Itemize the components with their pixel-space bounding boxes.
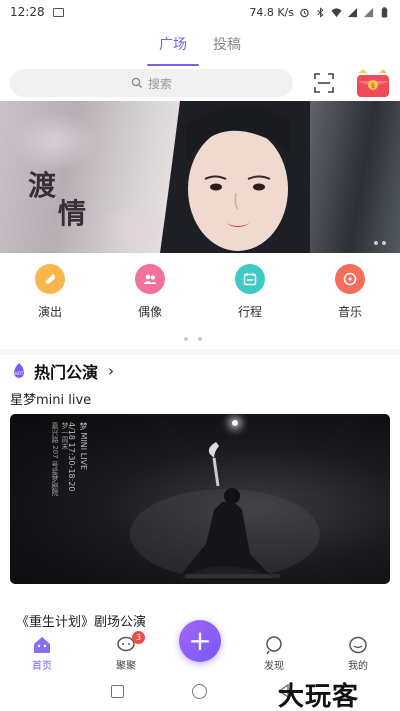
tab-submit[interactable]: 投稿	[213, 30, 241, 60]
nav-home[interactable]: 首页	[2, 635, 82, 672]
home-icon	[34, 637, 50, 653]
show-title[interactable]: 《重生计划》剧场公演	[16, 611, 146, 630]
watermark: 大玩客	[278, 682, 360, 711]
quick-nav-idols[interactable]: 偶像	[100, 264, 200, 324]
nav-label: 我的	[348, 661, 368, 672]
nav-label: 发现	[264, 661, 284, 672]
svg-text:HOT: HOT	[14, 371, 23, 376]
music-disc-icon	[335, 264, 365, 294]
nav-label: 聚聚	[116, 661, 136, 672]
recent-apps-icon[interactable]	[111, 685, 124, 698]
show-card[interactable]: 梦 MINI LIVE 4/18 17:30-18:20 梦 | 周末 嘉兴路 …	[10, 414, 390, 584]
quick-nav-label: 音乐	[337, 305, 362, 319]
show-title[interactable]: 星梦mini live	[10, 389, 91, 408]
banner-title-line1: 渡	[28, 169, 57, 202]
search-input[interactable]: 搜索	[10, 69, 293, 97]
chevron-right-icon: ›	[108, 362, 115, 380]
nav-discover[interactable]: 发现	[234, 635, 314, 672]
hot-badge-icon: HOT	[14, 363, 24, 378]
svg-text:$: $	[371, 82, 375, 90]
search-placeholder: 搜索	[147, 76, 172, 91]
banner-title: 渡 情	[28, 171, 86, 229]
performer-image	[130, 442, 320, 582]
signal-icon	[363, 7, 374, 17]
top-tabs: 广场 投稿	[0, 30, 400, 66]
quick-nav-label: 演出	[37, 305, 62, 319]
people-icon	[135, 264, 165, 294]
nav-profile[interactable]: 我的	[318, 635, 398, 672]
quick-nav-shows[interactable]: 演出	[0, 264, 100, 324]
banner-title-line2: 情	[58, 197, 87, 230]
status-bar: 12:28 74.8 K/s	[0, 0, 400, 24]
banner-indicator	[374, 241, 386, 245]
status-right: 74.8 K/s	[249, 6, 390, 19]
search-row: 搜索 $	[10, 66, 395, 100]
add-post-button[interactable]: +	[179, 620, 221, 662]
profile-icon	[349, 636, 367, 654]
quick-nav-indicator	[184, 337, 202, 341]
banner-flower	[10, 111, 100, 171]
banner-carousel[interactable]: 渡 情	[0, 101, 400, 253]
tab-plaza[interactable]: 广场	[147, 30, 199, 66]
alarm-icon	[300, 8, 309, 17]
calendar-icon	[235, 264, 265, 294]
network-speed: 74.8 K/s	[249, 5, 294, 19]
bluetooth-icon	[317, 6, 324, 18]
ticket-icon	[35, 264, 65, 294]
quick-nav: 演出 偶像 行程 音乐	[0, 264, 400, 324]
notification-badge: 3	[132, 631, 145, 644]
search-icon	[131, 77, 142, 88]
signal-icon	[347, 7, 358, 17]
quick-nav-label: 行程	[237, 305, 262, 319]
hot-section-header[interactable]: HOT 热门公演 ›	[10, 358, 114, 384]
nav-gather[interactable]: 3 聚聚	[86, 631, 166, 672]
wifi-icon	[331, 7, 342, 17]
gift-icon[interactable]: $	[353, 67, 393, 99]
status-time: 12:28	[10, 5, 45, 19]
section-title: 热门公演	[34, 363, 99, 382]
quick-nav-music[interactable]: 音乐	[300, 264, 400, 324]
home-button-icon[interactable]	[192, 684, 207, 699]
battery-icon	[381, 6, 388, 18]
discover-icon	[266, 636, 282, 655]
banner-portrait	[160, 101, 310, 253]
section-divider	[0, 349, 400, 355]
quick-nav-label: 偶像	[137, 305, 162, 319]
nav-label: 首页	[32, 661, 52, 672]
quick-nav-schedule[interactable]: 行程	[200, 264, 300, 324]
image-icon	[52, 7, 64, 17]
scan-icon[interactable]	[313, 72, 335, 94]
